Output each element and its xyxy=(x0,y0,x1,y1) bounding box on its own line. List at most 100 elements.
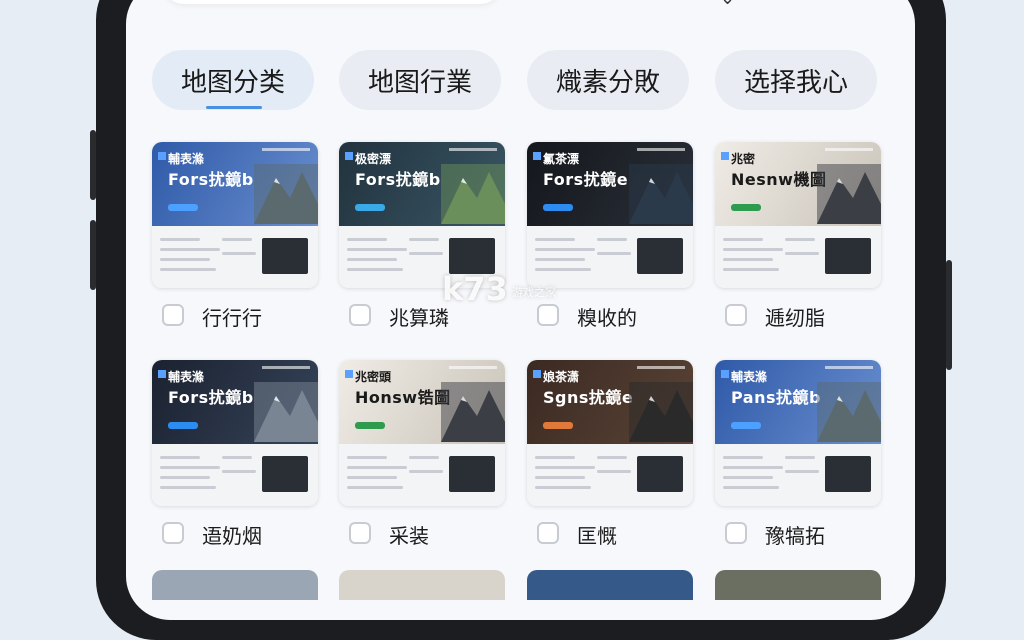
select-checkbox[interactable] xyxy=(349,304,371,326)
text-line xyxy=(597,470,631,473)
text-line xyxy=(347,268,403,271)
text-line xyxy=(222,470,256,473)
tab-label: 熾素分敗 xyxy=(555,67,660,98)
text-line xyxy=(723,268,779,271)
thumbnail-nav xyxy=(825,366,873,369)
text-line xyxy=(785,456,815,459)
text-line xyxy=(535,466,595,469)
template-card[interactable]: 氱茶漂 Fors扰鏡e xyxy=(527,142,693,288)
text-line xyxy=(160,486,216,489)
select-checkbox[interactable] xyxy=(725,304,747,326)
search-bar[interactable] xyxy=(162,0,502,4)
text-line xyxy=(723,466,783,469)
thumbnail-title: 兆密 xyxy=(731,152,756,166)
text-line xyxy=(160,258,210,261)
side-button-volume-down xyxy=(90,220,96,290)
thumbnail-subtitle: Honsw锆圖 xyxy=(355,388,451,407)
thumbnail-cta xyxy=(731,204,761,211)
template-card[interactable]: 兆密頭 Honsw锆圖 xyxy=(339,360,505,506)
tab-fourth[interactable]: 选择我心 xyxy=(715,50,877,110)
template-label: 逜奶烟 xyxy=(202,524,262,548)
text-line xyxy=(723,456,763,459)
select-checkbox[interactable] xyxy=(162,522,184,544)
next-row-card[interactable] xyxy=(339,570,505,600)
select-checkbox[interactable] xyxy=(162,304,184,326)
thumbnail-image xyxy=(441,164,505,224)
thumbnail-preview-image xyxy=(637,456,683,492)
brand-logo-icon xyxy=(721,370,729,378)
thumbnail-image xyxy=(441,382,505,442)
text-line xyxy=(347,238,387,241)
template-card[interactable]: 輔表滌 Pans扰鏡b xyxy=(715,360,881,506)
text-line xyxy=(723,238,763,241)
template-label: 豫犒拓 xyxy=(765,524,825,548)
thumbnail-cta xyxy=(543,422,573,429)
template-label: 逓纫脂 xyxy=(765,306,825,330)
chevron-down-icon[interactable]: ⌄ xyxy=(720,0,735,9)
template-card[interactable]: 娘茶潇 Sgns扰鏡e xyxy=(527,360,693,506)
text-line xyxy=(597,456,627,459)
thumbnail-cta xyxy=(543,204,573,211)
tab-label: 地图分类 xyxy=(180,67,285,98)
template-label: 采装 xyxy=(389,524,429,548)
text-line xyxy=(597,252,631,255)
thumbnail-preview-image xyxy=(449,456,495,492)
select-checkbox[interactable] xyxy=(725,522,747,544)
brand-logo-icon xyxy=(721,152,729,160)
watermark-logo: k73 游戏之家 xyxy=(442,270,556,308)
tab-map-category[interactable]: 地图分类 xyxy=(152,50,314,110)
template-card[interactable]: 輔表滌 Fors扰鏡b xyxy=(152,360,318,506)
chevron-icon[interactable]: ⌄ xyxy=(842,0,857,5)
brand-logo-icon xyxy=(345,370,353,378)
text-line xyxy=(347,258,397,261)
text-line xyxy=(723,486,779,489)
text-line xyxy=(723,248,783,251)
text-line xyxy=(723,476,773,479)
thumbnail-image xyxy=(817,382,881,442)
thumbnail-subtitle: Fors扰鏡b xyxy=(168,388,254,407)
text-line xyxy=(535,456,575,459)
thumbnail-title: 氱茶漂 xyxy=(543,152,580,166)
thumbnail-image xyxy=(629,382,693,442)
text-line xyxy=(535,248,595,251)
text-line xyxy=(347,248,407,251)
thumbnail-nav xyxy=(825,148,873,151)
template-card[interactable]: 輔表滌 Fors扰鏡b xyxy=(152,142,318,288)
text-line xyxy=(160,476,210,479)
thumbnail-preview-image xyxy=(637,238,683,274)
text-line xyxy=(785,470,819,473)
thumbnail-preview-image xyxy=(262,238,308,274)
text-line xyxy=(785,252,819,255)
select-checkbox[interactable] xyxy=(537,522,559,544)
side-button-power xyxy=(946,260,952,370)
thumbnail-nav xyxy=(262,148,310,151)
next-row-card[interactable] xyxy=(715,570,881,600)
text-line xyxy=(222,252,256,255)
thumbnail-cta xyxy=(355,204,385,211)
template-card[interactable]: 极密漂 Fors扰鏡b xyxy=(339,142,505,288)
tab-map-industry[interactable]: 地图行業 xyxy=(339,50,501,110)
text-line xyxy=(723,258,773,261)
text-line xyxy=(535,476,585,479)
template-card[interactable]: 兆密 Nesnw機圖 xyxy=(715,142,881,288)
text-line xyxy=(409,252,443,255)
text-line xyxy=(160,456,200,459)
thumbnail-title: 輔表滌 xyxy=(731,370,768,384)
active-tab-indicator xyxy=(206,106,262,109)
thumbnail-image xyxy=(254,382,318,442)
tab-third[interactable]: 熾素分敗 xyxy=(527,50,689,110)
thumbnail-title: 极密漂 xyxy=(355,152,392,166)
thumbnail-preview-image xyxy=(262,456,308,492)
select-checkbox[interactable] xyxy=(349,522,371,544)
next-row-card[interactable] xyxy=(527,570,693,600)
text-line xyxy=(409,238,439,241)
next-row-card[interactable] xyxy=(152,570,318,600)
template-label: 匡慨 xyxy=(577,524,617,548)
thumbnail-cta xyxy=(168,422,198,429)
thumbnail-subtitle: Fors扰鏡b xyxy=(168,170,254,189)
thumbnail-subtitle: Nesnw機圖 xyxy=(731,170,827,189)
brand-logo-icon xyxy=(158,152,166,160)
thumbnail-subtitle: Pans扰鏡b xyxy=(731,388,821,407)
text-line xyxy=(535,238,575,241)
thumbnail-image xyxy=(254,164,318,224)
